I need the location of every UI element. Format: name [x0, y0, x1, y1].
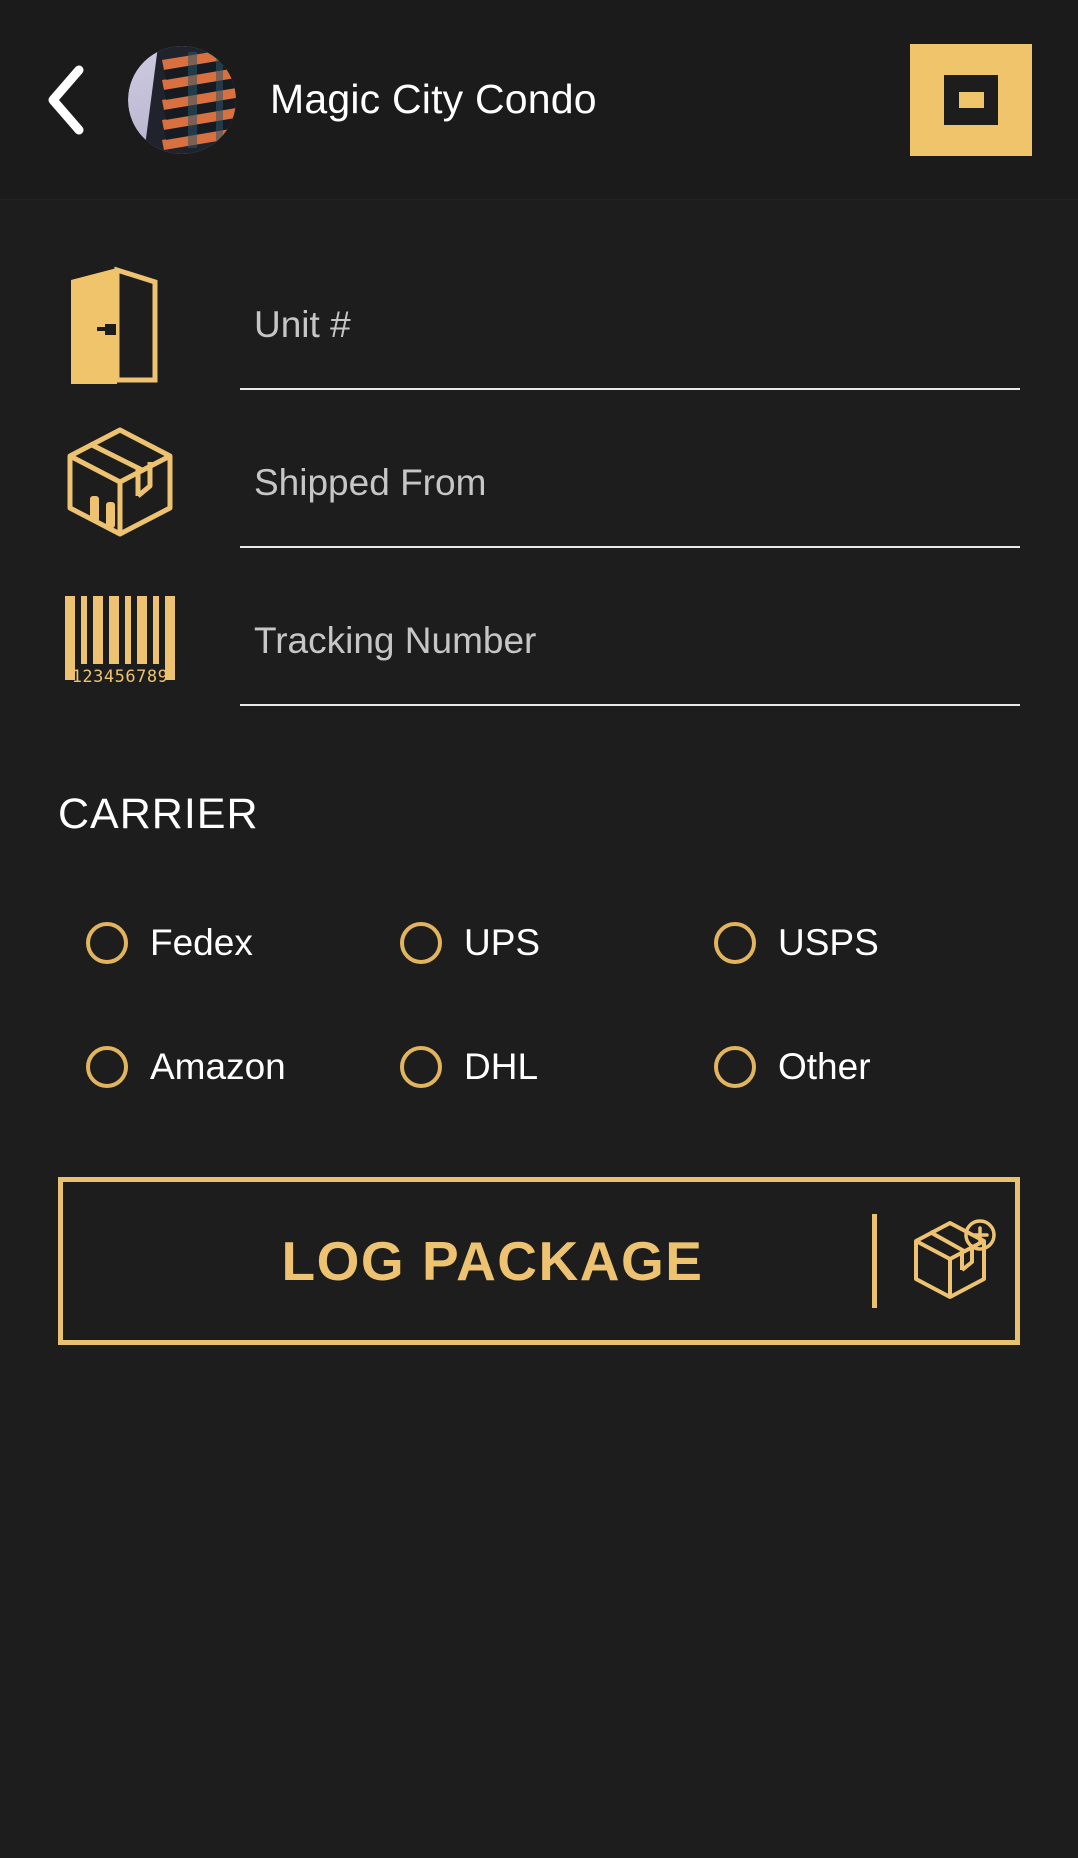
barcode-icon: 123456789 — [0, 578, 240, 698]
unit-number-input[interactable] — [240, 262, 1020, 362]
condo-building-photo — [128, 45, 236, 154]
button-divider — [872, 1214, 877, 1308]
back-button[interactable] — [12, 45, 122, 155]
log-package-button[interactable]: LOG PACKAGE — [58, 1177, 1020, 1345]
radio-icon[interactable] — [86, 1046, 128, 1088]
add-package-icon — [905, 1215, 1015, 1307]
log-package-screen: Magic City Condo Unit # Shipped From 123… — [0, 0, 1078, 1858]
shipped-from-input[interactable] — [240, 420, 1020, 520]
carrier-label: USPS — [778, 922, 879, 963]
radio-icon[interactable] — [714, 1046, 756, 1088]
door-icon — [0, 262, 240, 384]
qr-scan-icon-core — [958, 91, 984, 108]
package-box-icon — [0, 420, 240, 540]
carrier-label: Fedex — [150, 922, 253, 963]
tracking-number-underline — [240, 578, 1020, 706]
qr-scan-button[interactable] — [910, 43, 1032, 156]
carrier-heading: CARRIER — [58, 790, 259, 838]
carrier-row-1: Fedex UPS USPS — [86, 881, 1028, 1005]
carrier-label: Other — [778, 1046, 871, 1087]
barcode-digits: 123456789 — [72, 667, 169, 687]
carrier-option-usps[interactable]: USPS — [714, 922, 1028, 964]
carrier-option-ups[interactable]: UPS — [400, 922, 714, 964]
unit-number-underline — [240, 262, 1020, 390]
radio-icon[interactable] — [400, 1046, 442, 1088]
radio-icon[interactable] — [714, 922, 756, 964]
carrier-option-amazon[interactable]: Amazon — [86, 1046, 400, 1088]
avatar[interactable] — [128, 45, 236, 154]
shipped-from-underline — [240, 420, 1020, 548]
field-tracking-number: 123456789 — [0, 578, 1078, 736]
radio-icon[interactable] — [400, 922, 442, 964]
carrier-option-fedex[interactable]: Fedex — [86, 922, 400, 964]
log-package-label: LOG PACKAGE — [281, 1230, 704, 1292]
carrier-label: Amazon — [150, 1046, 286, 1087]
field-shipped-from — [0, 420, 1078, 578]
field-unit-number — [0, 262, 1078, 420]
carrier-label: DHL — [464, 1046, 539, 1087]
carrier-options: Fedex UPS USPS Amazon DHL Other — [0, 881, 1078, 1129]
carrier-option-dhl[interactable]: DHL — [400, 1046, 714, 1088]
chevron-left-icon — [45, 64, 89, 136]
package-form: 123456789 — [0, 200, 1078, 736]
radio-icon[interactable] — [86, 922, 128, 964]
page-title: Magic City Condo — [270, 76, 597, 122]
carrier-row-2: Amazon DHL Other — [86, 1005, 1028, 1129]
app-header: Magic City Condo — [0, 0, 1078, 200]
carrier-option-other[interactable]: Other — [714, 1046, 1028, 1088]
qr-scan-icon — [944, 74, 998, 125]
tracking-number-input[interactable] — [240, 578, 1020, 678]
carrier-label: UPS — [464, 922, 541, 963]
